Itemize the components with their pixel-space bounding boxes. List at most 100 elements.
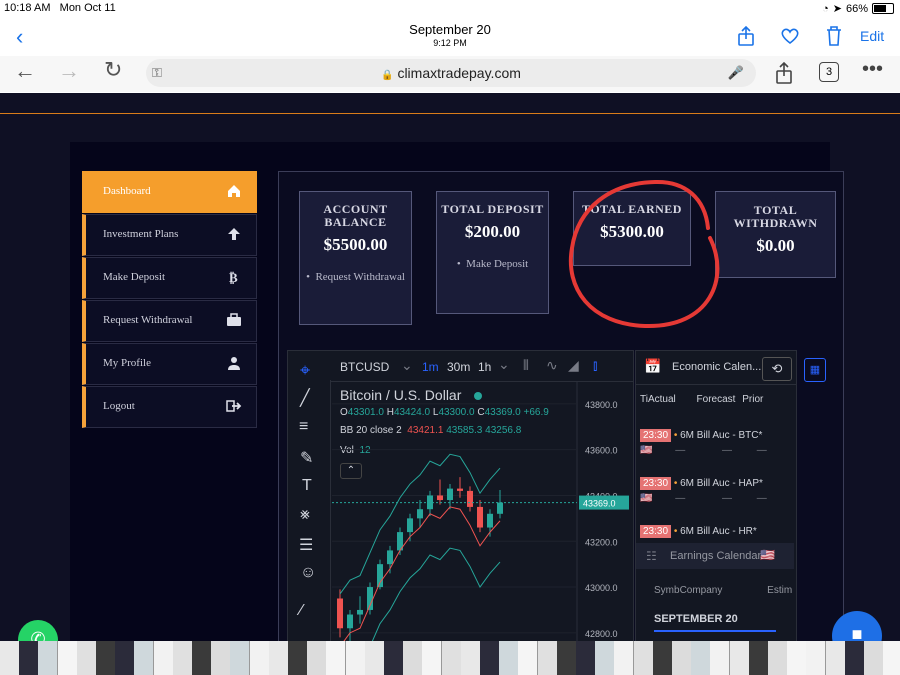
photo-thumbnail[interactable] [115, 641, 136, 675]
photo-thumbnail[interactable] [480, 641, 500, 675]
photo-thumbnail[interactable] [806, 641, 827, 675]
symbol-selector[interactable]: BTCUSD [340, 360, 389, 374]
calendar-row[interactable]: 23:30 • 6M Bill Auc - HAP* 🇺🇸 — — — [640, 477, 790, 504]
address-bar[interactable]: ⚿ 🔒 climaxtradepay.com 🎤 [146, 59, 756, 87]
photo-thumbnail[interactable] [787, 641, 808, 675]
reload-icon[interactable]: ↻ [104, 57, 122, 83]
photo-thumbnail[interactable] [38, 641, 59, 675]
interval-1h[interactable]: 1h [478, 360, 491, 374]
sidebar-item-dashboard[interactable]: Dashboard [82, 171, 257, 213]
photo-thumbnail[interactable] [691, 641, 712, 675]
photo-thumbnail[interactable] [748, 641, 769, 675]
photo-thumbnail[interactable] [652, 641, 673, 675]
crosshair-icon[interactable]: ⌖ [300, 360, 310, 381]
tradingview-chart[interactable]: BTCUSD ⌄ 1m 30m 1h ⌄ ⫴ ∿ ◢ ⫾ Bitcoin / U… [287, 350, 634, 643]
photo-thumbnail[interactable] [422, 641, 443, 675]
photo-thumbnail[interactable] [211, 641, 232, 675]
photo-thumbnail[interactable] [384, 641, 404, 675]
share-page-icon[interactable] [774, 61, 794, 85]
photo-thumbnail[interactable] [268, 641, 289, 675]
text-tool-icon[interactable]: T [302, 477, 312, 495]
location-icon: ➤ [832, 3, 842, 15]
us-flag-icon: 🇺🇸 [640, 445, 653, 456]
history-icon[interactable]: ⟲ [762, 357, 792, 381]
line-style-icon[interactable]: ∿ [546, 357, 558, 374]
earnings-calendar-header[interactable]: ☷ Earnings Calendar 🇺🇸 [636, 543, 794, 569]
make-deposit-link[interactable]: • Make Deposit [437, 256, 548, 272]
bollinger-lower-band [371, 547, 501, 642]
photo-thumbnail[interactable] [76, 641, 97, 675]
ruler-icon[interactable]: ∕ [300, 602, 303, 620]
emoji-icon[interactable]: ☺ [300, 564, 316, 582]
photo-thumbnail[interactable] [134, 641, 155, 675]
sidebar-item-request-withdrawal[interactable]: Request Withdrawal [82, 300, 257, 342]
photo-thumbnail[interactable] [499, 641, 520, 675]
photo-thumbnail[interactable] [326, 641, 347, 675]
sidebar-item-make-deposit[interactable]: Make Deposit ₿ [82, 257, 257, 299]
photo-thumbnail[interactable] [633, 641, 654, 675]
edit-button[interactable]: Edit [860, 28, 884, 44]
heart-icon[interactable] [780, 27, 800, 45]
photo-thumbnail[interactable] [864, 641, 884, 675]
calendar-row[interactable]: 23:30 • 6M Bill Auc - HR* [640, 525, 790, 538]
calendar-grid-icon[interactable]: ▦ [804, 358, 826, 382]
price-chart-canvas[interactable]: 43800.043600.043400.043200.043000.042800… [332, 381, 633, 642]
photo-thumbnail[interactable] [19, 641, 40, 675]
area-style-icon[interactable]: ◢ [568, 357, 579, 374]
forward-arrow-icon[interactable]: → [58, 58, 80, 84]
photo-thumbnail[interactable] [57, 641, 78, 675]
interval-1m[interactable]: 1m [422, 360, 439, 374]
photo-thumbnail[interactable] [595, 641, 616, 675]
request-withdrawal-link[interactable]: • Request Withdrawal [300, 269, 411, 285]
interval-30m[interactable]: 30m [447, 360, 470, 374]
photo-thumbnail[interactable] [96, 641, 116, 675]
microphone-icon[interactable]: 🎤 [728, 59, 744, 87]
photo-thumbnail[interactable] [153, 641, 174, 675]
photo-thumbnail[interactable] [518, 641, 539, 675]
photo-thumbnail[interactable] [729, 641, 750, 675]
photo-thumbnail[interactable] [672, 641, 692, 675]
photo-thumbnail[interactable] [460, 641, 481, 675]
photo-thumbnail[interactable] [825, 641, 846, 675]
photo-thumbnail[interactable] [883, 641, 900, 675]
photo-thumbnail[interactable] [576, 641, 596, 675]
photo-thumbnail[interactable] [0, 641, 20, 675]
photo-thumbnail[interactable] [768, 641, 788, 675]
share-icon[interactable] [737, 25, 755, 47]
photo-thumbnail[interactable] [307, 641, 328, 675]
horizontal-lines-icon[interactable]: ≡ [299, 418, 308, 436]
photo-thumbnail[interactable] [288, 641, 308, 675]
photo-thumbnail[interactable] [614, 641, 635, 675]
measure-icon[interactable]: ☰ [299, 535, 313, 555]
sidebar-item-investment-plans[interactable]: Investment Plans [82, 214, 257, 256]
sidebar-item-logout[interactable]: Logout [82, 386, 257, 428]
sidebar-item-my-profile[interactable]: My Profile [82, 343, 257, 385]
photo-thumbnail[interactable] [172, 641, 193, 675]
photo-thumbnail[interactable] [710, 641, 731, 675]
brush-icon[interactable]: ✎ [300, 448, 313, 468]
photo-thumbnail[interactable] [249, 641, 270, 675]
photo-thumbnail[interactable] [537, 641, 558, 675]
photo-thumbnail[interactable] [844, 641, 865, 675]
photo-thumbnail[interactable] [364, 641, 385, 675]
trash-icon[interactable] [825, 25, 843, 47]
photo-thumbnail[interactable] [441, 641, 462, 675]
photo-thumbnail[interactable] [403, 641, 424, 675]
pattern-icon[interactable]: ⨳ [300, 506, 310, 524]
calendar-title: Economic Calen... [672, 361, 762, 373]
tabs-button[interactable]: 3 [819, 62, 839, 82]
photo-thumbnail[interactable] [192, 641, 212, 675]
candle-body [497, 502, 503, 514]
trend-line-icon[interactable]: ╱ [300, 388, 310, 408]
candle-style-icon[interactable]: ⫾ [593, 357, 597, 374]
photo-thumbnail[interactable] [230, 641, 251, 675]
photo-thumbnail[interactable] [556, 641, 577, 675]
status-time: 10:18 AM [4, 2, 51, 14]
back-arrow-icon[interactable]: ← [14, 58, 36, 84]
more-icon[interactable]: ••• [862, 58, 883, 81]
interval-dropdown-icon[interactable]: ⌄ [498, 356, 510, 373]
photo-thumbnail-strip[interactable] [0, 641, 900, 675]
photo-thumbnail[interactable] [345, 641, 366, 675]
calendar-row[interactable]: 23:30 • 6M Bill Auc - BTC* 🇺🇸 — — — [640, 429, 790, 456]
bar-style-icon[interactable]: ⫴ [523, 357, 529, 374]
